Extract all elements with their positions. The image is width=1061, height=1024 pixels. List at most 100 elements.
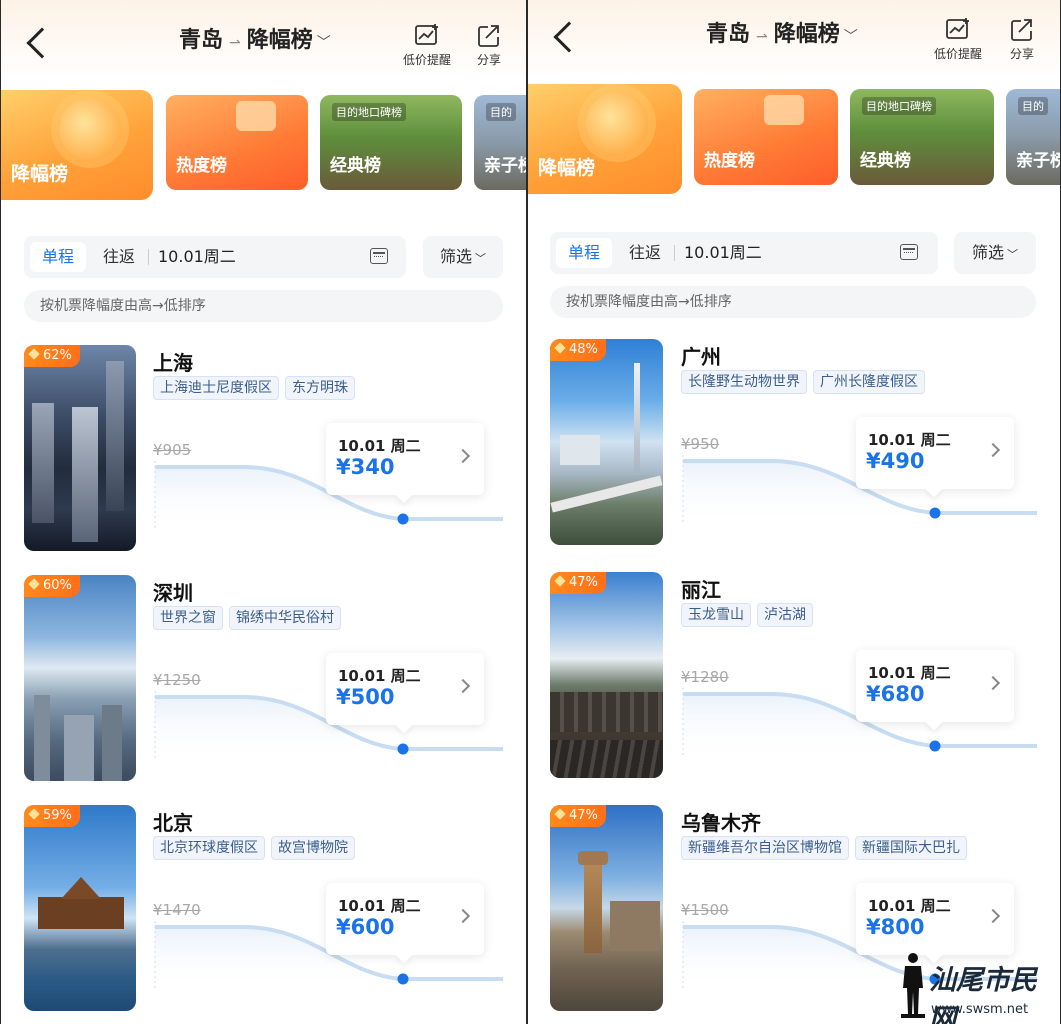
attraction-tag[interactable]: 世界之窗 bbox=[153, 606, 223, 630]
discount-badge: 62% bbox=[24, 345, 80, 367]
current-price: ¥800 bbox=[866, 915, 925, 939]
attraction-tag[interactable]: 泸沽湖 bbox=[757, 603, 813, 627]
page-title[interactable]: 青岛 ⇀ 降幅榜 ﹀ bbox=[179, 22, 331, 54]
filter-button[interactable]: 筛选 ﹀ bbox=[954, 232, 1036, 274]
chevron-right-icon[interactable] bbox=[985, 442, 1001, 458]
list-item[interactable]: 59% 北京 北京环球度假区 故宫博物院 ¥1470 10.01 周二 ¥600 bbox=[24, 805, 524, 1015]
price-box[interactable]: 10.01 周二 ¥800 bbox=[856, 883, 1014, 955]
diamond-icon bbox=[28, 808, 40, 820]
attraction-tag[interactable]: 东方明珠 bbox=[285, 376, 355, 400]
rank-card-drop[interactable]: 降幅榜 bbox=[528, 84, 682, 194]
price-box[interactable]: 10.01 周二 ¥490 bbox=[856, 417, 1014, 489]
filter-button[interactable]: 筛选 ﹀ bbox=[423, 236, 503, 278]
share-button[interactable]: 分享 bbox=[459, 24, 519, 68]
city-name: 深圳 bbox=[153, 581, 193, 605]
date-selector[interactable]: 10.01周二 bbox=[684, 238, 762, 268]
city-name: 上海 bbox=[153, 351, 193, 375]
rank-card-family[interactable]: 目的 亲子榜 bbox=[474, 95, 526, 190]
attraction-tag[interactable]: 锦绣中华民俗村 bbox=[229, 606, 341, 630]
price-alert-button[interactable]: 低价提醒 bbox=[397, 24, 457, 68]
rank-cards: 降幅榜 热度榜 目的地口碑榜 经典榜 目的 亲子榜 bbox=[528, 84, 1060, 204]
attraction-tag[interactable]: 新疆国际大巴扎 bbox=[855, 836, 967, 860]
rank-card-hot[interactable]: 热度榜 bbox=[694, 89, 838, 185]
discount-badge: 47% bbox=[550, 572, 606, 594]
diamond-icon bbox=[28, 578, 40, 590]
calendar-icon[interactable] bbox=[370, 248, 388, 264]
rank-card-classic[interactable]: 目的地口碑榜 经典榜 bbox=[850, 89, 994, 185]
list-item[interactable]: 60% 深圳 世界之窗 锦绣中华民俗村 ¥1250 10.01 周二 ¥500 bbox=[24, 575, 524, 785]
city-name: 乌鲁木齐 bbox=[681, 811, 761, 835]
chevron-right-icon[interactable] bbox=[985, 908, 1001, 924]
attraction-tag[interactable]: 新疆维吾尔自治区博物馆 bbox=[681, 836, 849, 860]
attraction-tag[interactable]: 故宫博物院 bbox=[271, 836, 355, 860]
discount-badge: 60% bbox=[24, 575, 80, 597]
discount-badge: 59% bbox=[24, 805, 80, 827]
list-item[interactable]: 47% 丽江 玉龙雪山 泸沽湖 ¥1280 10.01 周二 ¥680 bbox=[550, 572, 1056, 782]
price-alert-button[interactable]: 低价提醒 bbox=[928, 18, 988, 62]
divider bbox=[148, 249, 149, 265]
price-box[interactable]: 10.01 周二 ¥680 bbox=[856, 650, 1014, 722]
rank-card-drop[interactable]: 降幅榜 bbox=[1, 90, 153, 200]
current-price: ¥340 bbox=[336, 455, 395, 479]
city-name: 北京 bbox=[153, 811, 193, 835]
attraction-tags: 新疆维吾尔自治区博物馆 新疆国际大巴扎 bbox=[681, 836, 973, 860]
attraction-tag[interactable]: 广州长隆度假区 bbox=[813, 370, 925, 394]
current-price-dot bbox=[397, 973, 409, 985]
trip-search-bar: 单程 往返 10.01周二 bbox=[550, 232, 938, 274]
divider bbox=[674, 245, 675, 261]
chevron-right-icon[interactable] bbox=[455, 908, 471, 924]
attraction-tag[interactable]: 玉龙雪山 bbox=[681, 603, 751, 627]
arrow-coin-icon bbox=[59, 98, 121, 160]
current-price: ¥680 bbox=[866, 682, 925, 706]
rank-card-classic[interactable]: 目的地口碑榜 经典榜 bbox=[320, 95, 462, 190]
current-price-dot bbox=[929, 740, 941, 752]
rank-card-family[interactable]: 目的 亲子榜 bbox=[1006, 89, 1060, 185]
arrow-icon: ⇀ bbox=[756, 29, 768, 45]
flight-date: 10.01 周二 bbox=[868, 664, 951, 682]
share-icon bbox=[478, 25, 499, 47]
attraction-tags: 北京环球度假区 故宫博物院 bbox=[153, 836, 361, 860]
current-price: ¥600 bbox=[336, 915, 395, 939]
price-box[interactable]: 10.01 周二 ¥340 bbox=[326, 423, 484, 495]
date-selector[interactable]: 10.01周二 bbox=[158, 242, 236, 272]
tab-round-trip[interactable]: 往返 bbox=[94, 242, 144, 272]
diamond-icon bbox=[28, 348, 40, 360]
page-title[interactable]: 青岛 ⇀ 降幅榜 ﹀ bbox=[706, 16, 858, 48]
rank-card-hot[interactable]: 热度榜 bbox=[166, 95, 308, 190]
discount-badge: 48% bbox=[550, 339, 606, 361]
chevron-down-icon: ﹀ bbox=[316, 35, 331, 51]
chart-alert-icon bbox=[415, 24, 438, 45]
diamond-icon bbox=[554, 808, 566, 820]
chevron-right-icon[interactable] bbox=[455, 448, 471, 464]
price-box[interactable]: 10.01 周二 ¥500 bbox=[326, 653, 484, 725]
chevron-right-icon[interactable] bbox=[455, 678, 471, 694]
arrow-icon: ⇀ bbox=[229, 35, 241, 51]
chevron-down-icon: ﹀ bbox=[1007, 248, 1018, 261]
destination-photo bbox=[24, 345, 136, 551]
tab-round-trip[interactable]: 往返 bbox=[620, 238, 670, 268]
cup-icon bbox=[764, 95, 804, 125]
share-button[interactable]: 分享 bbox=[992, 18, 1052, 62]
flight-date: 10.01 周二 bbox=[338, 667, 421, 685]
price-box[interactable]: 10.01 周二 ¥600 bbox=[326, 883, 484, 955]
flight-date: 10.01 周二 bbox=[868, 897, 951, 915]
diamond-icon bbox=[554, 342, 566, 354]
attraction-tags: 长隆野生动物世界 广州长隆度假区 bbox=[681, 370, 931, 394]
tab-one-way[interactable]: 单程 bbox=[556, 238, 612, 268]
list-item[interactable]: 48% 广州 长隆野生动物世界 广州长隆度假区 ¥950 10.01 周二 ¥49… bbox=[550, 339, 1056, 549]
attraction-tag[interactable]: 北京环球度假区 bbox=[153, 836, 265, 860]
list-item[interactable]: 62% 上海 上海迪士尼度假区 东方明珠 ¥905 10.01 周二 ¥340 bbox=[24, 345, 524, 555]
attraction-tag[interactable]: 长隆野生动物世界 bbox=[681, 370, 807, 394]
calendar-icon[interactable] bbox=[900, 244, 918, 260]
cup-icon bbox=[236, 101, 276, 131]
flight-date: 10.01 周二 bbox=[338, 897, 421, 915]
tab-one-way[interactable]: 单程 bbox=[30, 242, 86, 272]
attraction-tag[interactable]: 上海迪士尼度假区 bbox=[153, 376, 279, 400]
trip-search-bar: 单程 往返 10.01周二 bbox=[24, 236, 406, 278]
statue-icon bbox=[901, 953, 925, 1018]
watermark-url: www.swsm.net bbox=[931, 1002, 1029, 1017]
flight-date: 10.01 周二 bbox=[868, 431, 951, 449]
chevron-right-icon[interactable] bbox=[985, 675, 1001, 691]
attraction-tags: 玉龙雪山 泸沽湖 bbox=[681, 603, 819, 627]
chevron-down-icon: ﹀ bbox=[843, 29, 858, 45]
